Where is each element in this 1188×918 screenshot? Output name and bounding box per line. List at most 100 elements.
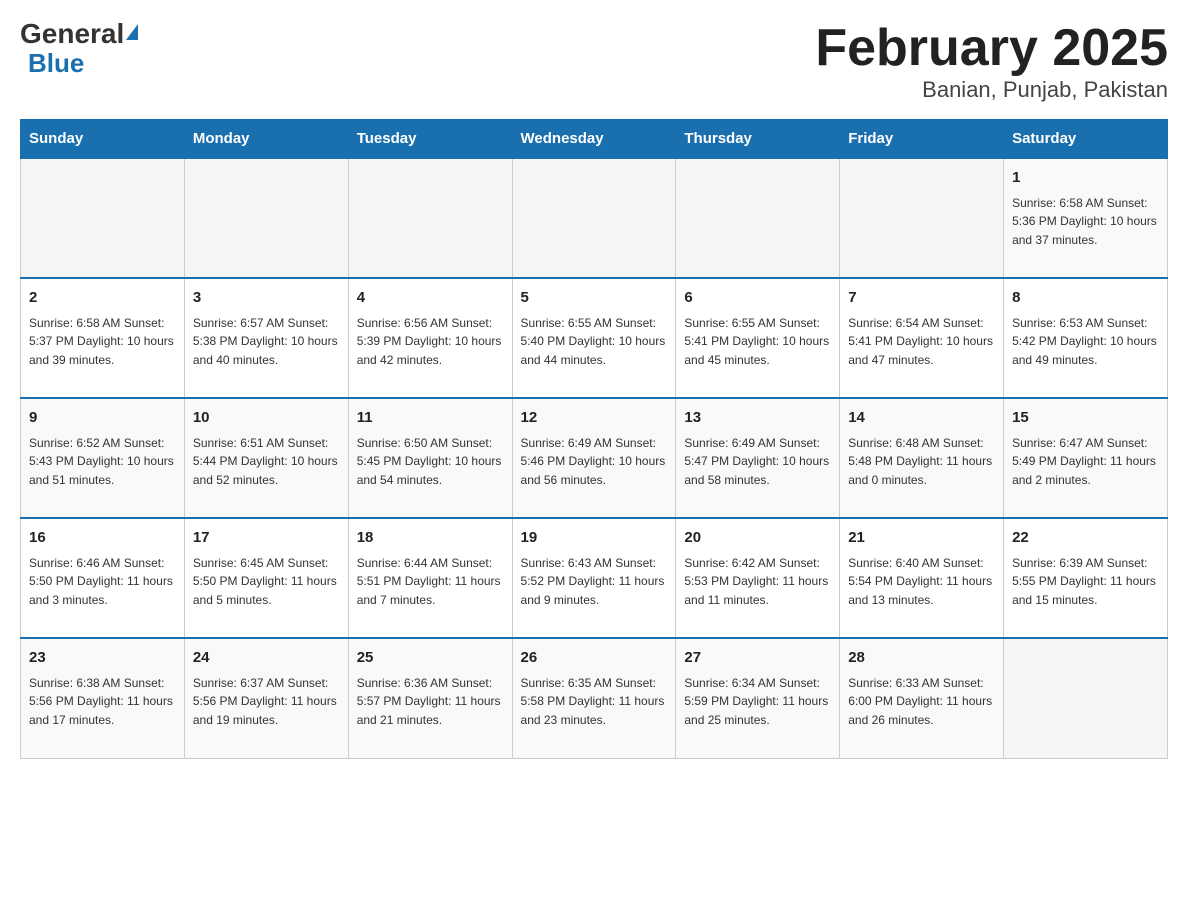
calendar-cell — [21, 158, 185, 278]
day-number: 22 — [1012, 527, 1159, 550]
day-number: 2 — [29, 287, 176, 310]
day-number: 10 — [193, 407, 340, 430]
calendar-cell — [348, 158, 512, 278]
column-header-thursday: Thursday — [676, 120, 840, 159]
day-number: 5 — [521, 287, 668, 310]
day-info: Sunrise: 6:40 AM Sunset: 5:54 PM Dayligh… — [848, 554, 995, 610]
logo: General Blue — [20, 20, 138, 76]
calendar-cell: 2 Sunrise: 6:58 AM Sunset: 5:37 PM Daylig… — [21, 278, 185, 398]
day-number: 20 — [684, 527, 831, 550]
logo-top-line: General — [20, 20, 138, 48]
page-header: General Blue February 2025 Banian, Punja… — [20, 20, 1168, 103]
week-row-3: 9 Sunrise: 6:52 AM Sunset: 5:43 PM Daylig… — [21, 398, 1168, 518]
day-info: Sunrise: 6:39 AM Sunset: 5:55 PM Dayligh… — [1012, 554, 1159, 610]
day-info: Sunrise: 6:57 AM Sunset: 5:38 PM Dayligh… — [193, 314, 340, 370]
calendar-cell: 24Sunrise: 6:37 AM Sunset: 5:56 PM Dayli… — [184, 638, 348, 758]
day-info: Sunrise: 6:47 AM Sunset: 5:49 PM Dayligh… — [1012, 434, 1159, 490]
day-info: Sunrise: 6:48 AM Sunset: 5:48 PM Dayligh… — [848, 434, 995, 490]
calendar-cell — [840, 158, 1004, 278]
calendar-cell: 7Sunrise: 6:54 AM Sunset: 5:41 PM Daylig… — [840, 278, 1004, 398]
column-header-sunday: Sunday — [21, 120, 185, 159]
day-info: Sunrise: 6:55 AM Sunset: 5:40 PM Dayligh… — [521, 314, 668, 370]
calendar-subtitle: Banian, Punjab, Pakistan — [815, 77, 1168, 103]
calendar-cell: 23 Sunrise: 6:38 AM Sunset: 5:56 PM Dayli… — [21, 638, 185, 758]
column-header-wednesday: Wednesday — [512, 120, 676, 159]
day-info: Sunrise: 6:36 AM Sunset: 5:57 PM Dayligh… — [357, 674, 504, 730]
title-area: February 2025 Banian, Punjab, Pakistan — [815, 20, 1168, 103]
day-info: Sunrise: 6:51 AM Sunset: 5:44 PM Dayligh… — [193, 434, 340, 490]
column-header-saturday: Saturday — [1004, 120, 1168, 159]
day-number: 1 — [1012, 167, 1159, 190]
calendar-cell: 17 Sunrise: 6:45 AM Sunset: 5:50 PM Dayli… — [184, 518, 348, 638]
day-number: 21 — [848, 527, 995, 550]
day-number: 11 — [357, 407, 504, 430]
day-info: Sunrise: 6:49 AM Sunset: 5:46 PM Dayligh… — [521, 434, 668, 490]
day-number: 8 — [1012, 287, 1159, 310]
day-number: 24 — [193, 647, 340, 670]
week-row-5: 23 Sunrise: 6:38 AM Sunset: 5:56 PM Dayli… — [21, 638, 1168, 758]
calendar-cell: 16Sunrise: 6:46 AM Sunset: 5:50 PM Dayli… — [21, 518, 185, 638]
calendar-cell — [1004, 638, 1168, 758]
calendar-cell: 4 Sunrise: 6:56 AM Sunset: 5:39 PM Daylig… — [348, 278, 512, 398]
calendar-cell — [184, 158, 348, 278]
day-number: 25 — [357, 647, 504, 670]
day-info: Sunrise: 6:50 AM Sunset: 5:45 PM Dayligh… — [357, 434, 504, 490]
logo-general-text: General — [20, 18, 138, 49]
calendar-cell — [676, 158, 840, 278]
calendar-cell: 11 Sunrise: 6:50 AM Sunset: 5:45 PM Dayli… — [348, 398, 512, 518]
calendar-table: SundayMondayTuesdayWednesdayThursdayFrid… — [20, 119, 1168, 759]
day-info: Sunrise: 6:45 AM Sunset: 5:50 PM Dayligh… — [193, 554, 340, 610]
calendar-cell: 28 Sunrise: 6:33 AM Sunset: 6:00 PM Dayli… — [840, 638, 1004, 758]
day-info: Sunrise: 6:44 AM Sunset: 5:51 PM Dayligh… — [357, 554, 504, 610]
day-info: Sunrise: 6:56 AM Sunset: 5:39 PM Dayligh… — [357, 314, 504, 370]
calendar-cell: 20Sunrise: 6:42 AM Sunset: 5:53 PM Dayli… — [676, 518, 840, 638]
calendar-cell: 18 Sunrise: 6:44 AM Sunset: 5:51 PM Dayli… — [348, 518, 512, 638]
calendar-cell: 25 Sunrise: 6:36 AM Sunset: 5:57 PM Dayli… — [348, 638, 512, 758]
day-info: Sunrise: 6:58 AM Sunset: 5:36 PM Dayligh… — [1012, 194, 1159, 250]
day-number: 23 — [29, 647, 176, 670]
day-info: Sunrise: 6:34 AM Sunset: 5:59 PM Dayligh… — [684, 674, 831, 730]
day-number: 3 — [193, 287, 340, 310]
day-number: 9 — [29, 407, 176, 430]
day-info: Sunrise: 6:58 AM Sunset: 5:37 PM Dayligh… — [29, 314, 176, 370]
day-number: 6 — [684, 287, 831, 310]
calendar-cell — [512, 158, 676, 278]
day-number: 14 — [848, 407, 995, 430]
calendar-cell: 12 Sunrise: 6:49 AM Sunset: 5:46 PM Dayli… — [512, 398, 676, 518]
day-number: 17 — [193, 527, 340, 550]
column-header-monday: Monday — [184, 120, 348, 159]
calendar-cell: 13Sunrise: 6:49 AM Sunset: 5:47 PM Dayli… — [676, 398, 840, 518]
calendar-cell: 19 Sunrise: 6:43 AM Sunset: 5:52 PM Dayli… — [512, 518, 676, 638]
day-number: 12 — [521, 407, 668, 430]
week-row-2: 2 Sunrise: 6:58 AM Sunset: 5:37 PM Daylig… — [21, 278, 1168, 398]
column-header-friday: Friday — [840, 120, 1004, 159]
day-info: Sunrise: 6:35 AM Sunset: 5:58 PM Dayligh… — [521, 674, 668, 730]
week-row-1: 1 Sunrise: 6:58 AM Sunset: 5:36 PM Daylig… — [21, 158, 1168, 278]
day-number: 19 — [521, 527, 668, 550]
day-number: 26 — [521, 647, 668, 670]
day-number: 13 — [684, 407, 831, 430]
calendar-cell: 15Sunrise: 6:47 AM Sunset: 5:49 PM Dayli… — [1004, 398, 1168, 518]
day-number: 27 — [684, 647, 831, 670]
day-number: 4 — [357, 287, 504, 310]
calendar-cell: 26 Sunrise: 6:35 AM Sunset: 5:58 PM Dayli… — [512, 638, 676, 758]
calendar-cell: 6 Sunrise: 6:55 AM Sunset: 5:41 PM Daylig… — [676, 278, 840, 398]
calendar-cell: 21 Sunrise: 6:40 AM Sunset: 5:54 PM Dayli… — [840, 518, 1004, 638]
day-number: 7 — [848, 287, 995, 310]
day-info: Sunrise: 6:43 AM Sunset: 5:52 PM Dayligh… — [521, 554, 668, 610]
column-header-tuesday: Tuesday — [348, 120, 512, 159]
calendar-cell: 1 Sunrise: 6:58 AM Sunset: 5:36 PM Daylig… — [1004, 158, 1168, 278]
day-info: Sunrise: 6:52 AM Sunset: 5:43 PM Dayligh… — [29, 434, 176, 490]
calendar-cell: 27 Sunrise: 6:34 AM Sunset: 5:59 PM Dayli… — [676, 638, 840, 758]
day-number: 28 — [848, 647, 995, 670]
days-header-row: SundayMondayTuesdayWednesdayThursdayFrid… — [21, 120, 1168, 159]
logo-blue-text: Blue — [28, 50, 84, 76]
day-info: Sunrise: 6:38 AM Sunset: 5:56 PM Dayligh… — [29, 674, 176, 730]
day-info: Sunrise: 6:53 AM Sunset: 5:42 PM Dayligh… — [1012, 314, 1159, 370]
day-number: 18 — [357, 527, 504, 550]
day-number: 16 — [29, 527, 176, 550]
calendar-title: February 2025 — [815, 20, 1168, 77]
week-row-4: 16Sunrise: 6:46 AM Sunset: 5:50 PM Dayli… — [21, 518, 1168, 638]
day-info: Sunrise: 6:33 AM Sunset: 6:00 PM Dayligh… — [848, 674, 995, 730]
day-info: Sunrise: 6:55 AM Sunset: 5:41 PM Dayligh… — [684, 314, 831, 370]
